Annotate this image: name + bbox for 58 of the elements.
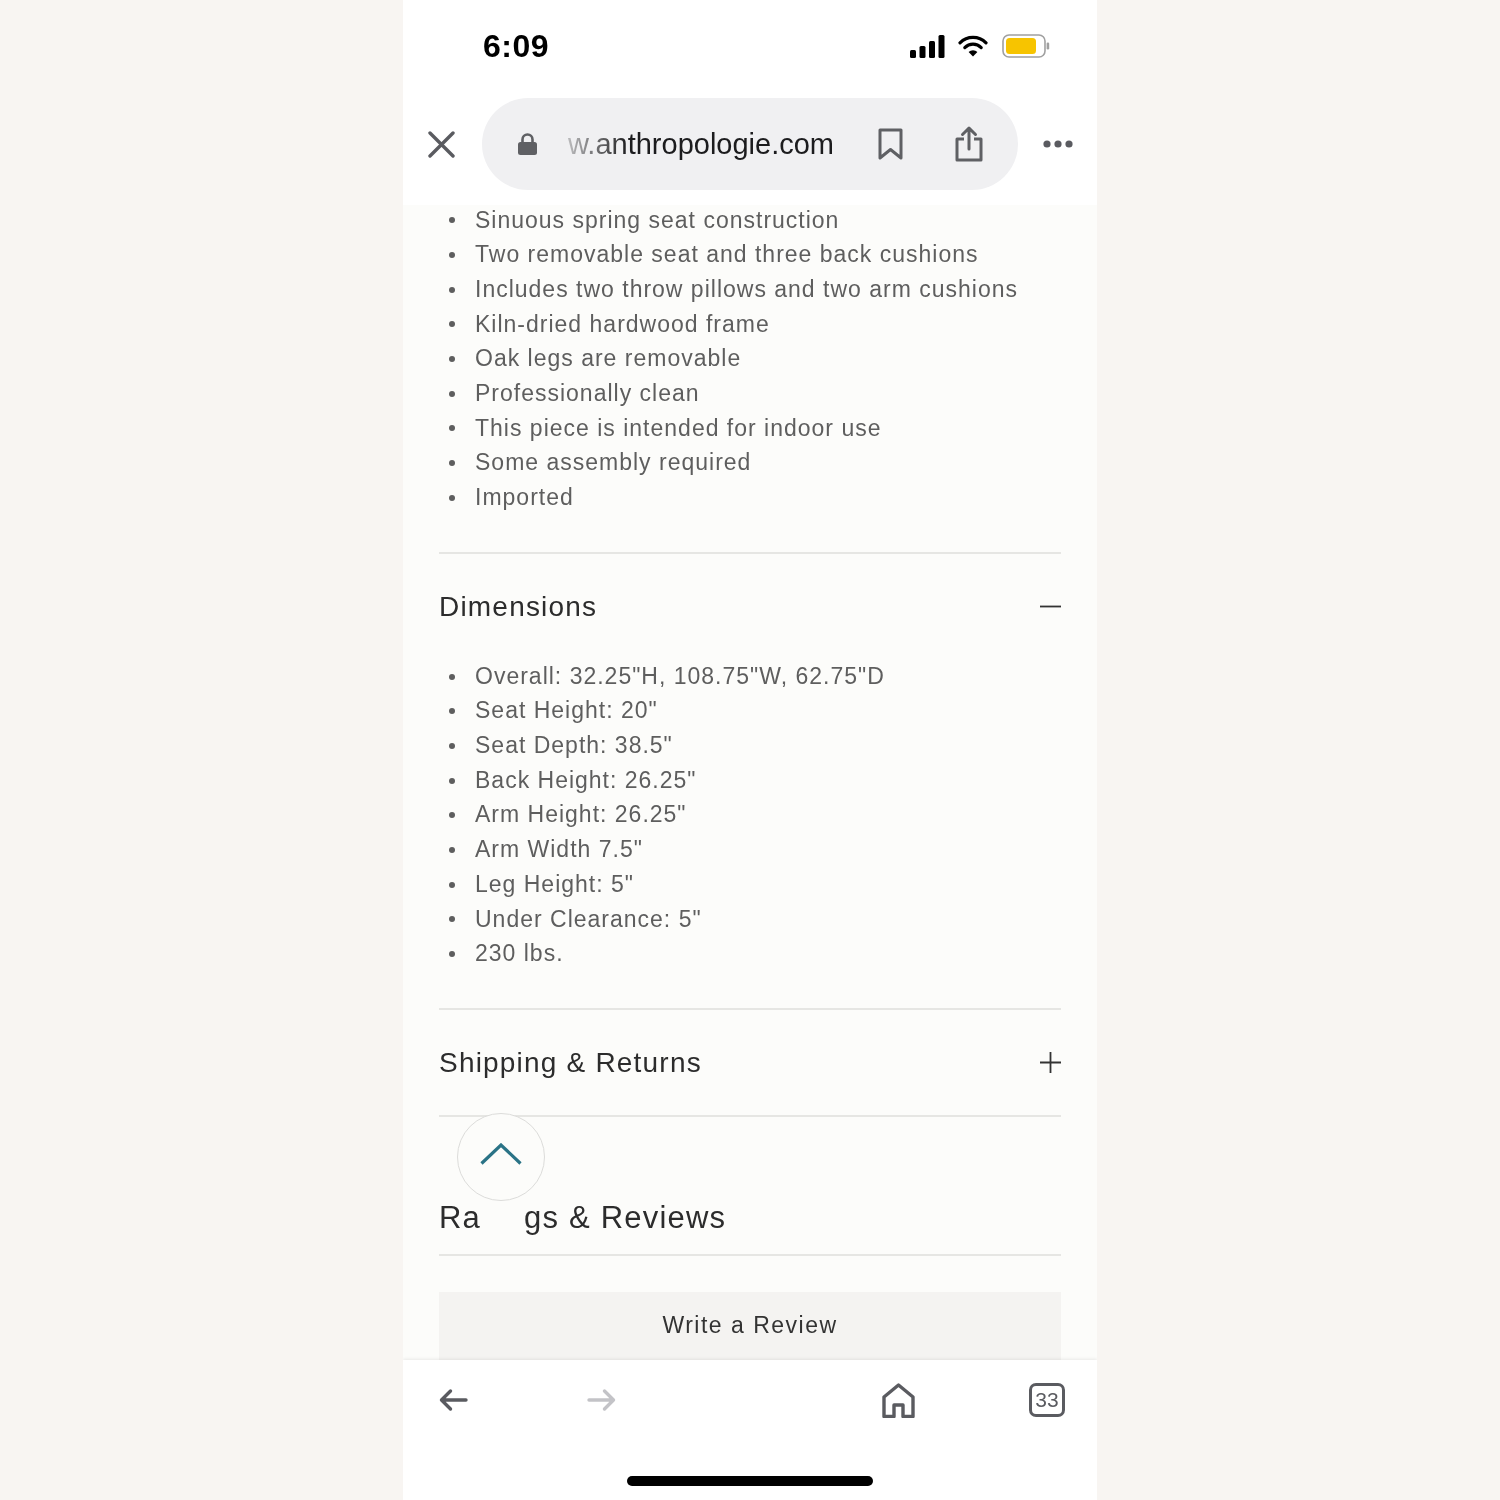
- bullet-icon: [449, 812, 455, 819]
- bullet-icon: [449, 252, 455, 259]
- bookmark-icon[interactable]: [878, 128, 903, 160]
- feature-text: Professionally clean: [475, 380, 700, 408]
- bullet-icon: [449, 742, 455, 749]
- url-text: w.anthropologie.com: [568, 126, 834, 162]
- dimension-text: Under Clearance: 5": [475, 905, 702, 934]
- bullet-icon: [449, 425, 455, 432]
- feature-text: Kiln-dried hardwood frame: [475, 310, 770, 339]
- bullet-icon: [449, 881, 455, 888]
- dimension-text: Overall: 32.25"H, 108.75"W, 62.75"D: [475, 662, 885, 691]
- dimension-text: 230 lbs.: [475, 940, 564, 968]
- close-icon[interactable]: [428, 130, 455, 158]
- write-review-button[interactable]: Write a Review: [439, 1292, 1061, 1360]
- feature-text: Includes two throw pillows and two arm cushions: [475, 275, 1018, 304]
- feature-text: Two removable seat and three back cushions: [475, 241, 979, 269]
- plus-icon[interactable]: [1040, 1052, 1061, 1074]
- battery-icon: [1002, 34, 1050, 58]
- arrow-left-icon[interactable]: [438, 1388, 468, 1412]
- bullet-icon: [449, 673, 455, 680]
- minus-icon[interactable]: [1040, 605, 1061, 609]
- section-title[interactable]: gs & Reviews: [524, 1202, 727, 1234]
- dimension-text: Arm Width 7.5": [475, 836, 643, 864]
- bullet-icon: [449, 777, 455, 784]
- status-time: 6:09: [483, 30, 550, 62]
- dimension-text: Leg Height: 5": [475, 870, 634, 899]
- bullet-icon: [449, 916, 455, 923]
- feature-text: Imported: [475, 484, 574, 512]
- address-bar[interactable]: w.anthropologie.com: [482, 98, 1018, 190]
- dimension-text: Arm Height: 26.25": [475, 801, 687, 830]
- ellipsis-icon[interactable]: [1043, 140, 1073, 148]
- bullet-icon: [449, 951, 455, 958]
- dimension-text: Seat Height: 20": [475, 697, 658, 725]
- signal-icon: [910, 34, 945, 58]
- dimension-text: Back Height: 26.25": [475, 766, 697, 795]
- wifi-icon: [958, 35, 988, 57]
- bullet-icon: [449, 460, 455, 467]
- bullet-icon: [449, 494, 455, 501]
- bullet-icon: [449, 217, 455, 224]
- house-icon[interactable]: [882, 1382, 915, 1418]
- dimension-text: Seat Depth: 38.5": [475, 732, 673, 760]
- feature-text: Oak legs are removable: [475, 345, 742, 373]
- share-icon[interactable]: [955, 126, 983, 162]
- accordion-title[interactable]: Shipping & Returns: [439, 1046, 702, 1080]
- bullet-icon: [449, 846, 455, 853]
- bullet-icon: [449, 286, 455, 293]
- lock-icon: [518, 133, 537, 155]
- feature-text: This piece is intended for indoor use: [475, 414, 882, 443]
- bullet-icon: [449, 356, 455, 363]
- bullet-icon: [449, 321, 455, 328]
- tabs-button[interactable]: 33: [1029, 1383, 1065, 1417]
- bullet-icon: [449, 390, 455, 397]
- bullet-icon: [449, 708, 455, 715]
- section-title[interactable]: Ra: [439, 1202, 482, 1234]
- feature-text: Sinuous spring seat construction: [475, 206, 840, 235]
- feature-text: Some assembly required: [475, 449, 752, 477]
- chevron-up-icon: [480, 1143, 522, 1165]
- accordion-title[interactable]: Dimensions: [439, 589, 598, 624]
